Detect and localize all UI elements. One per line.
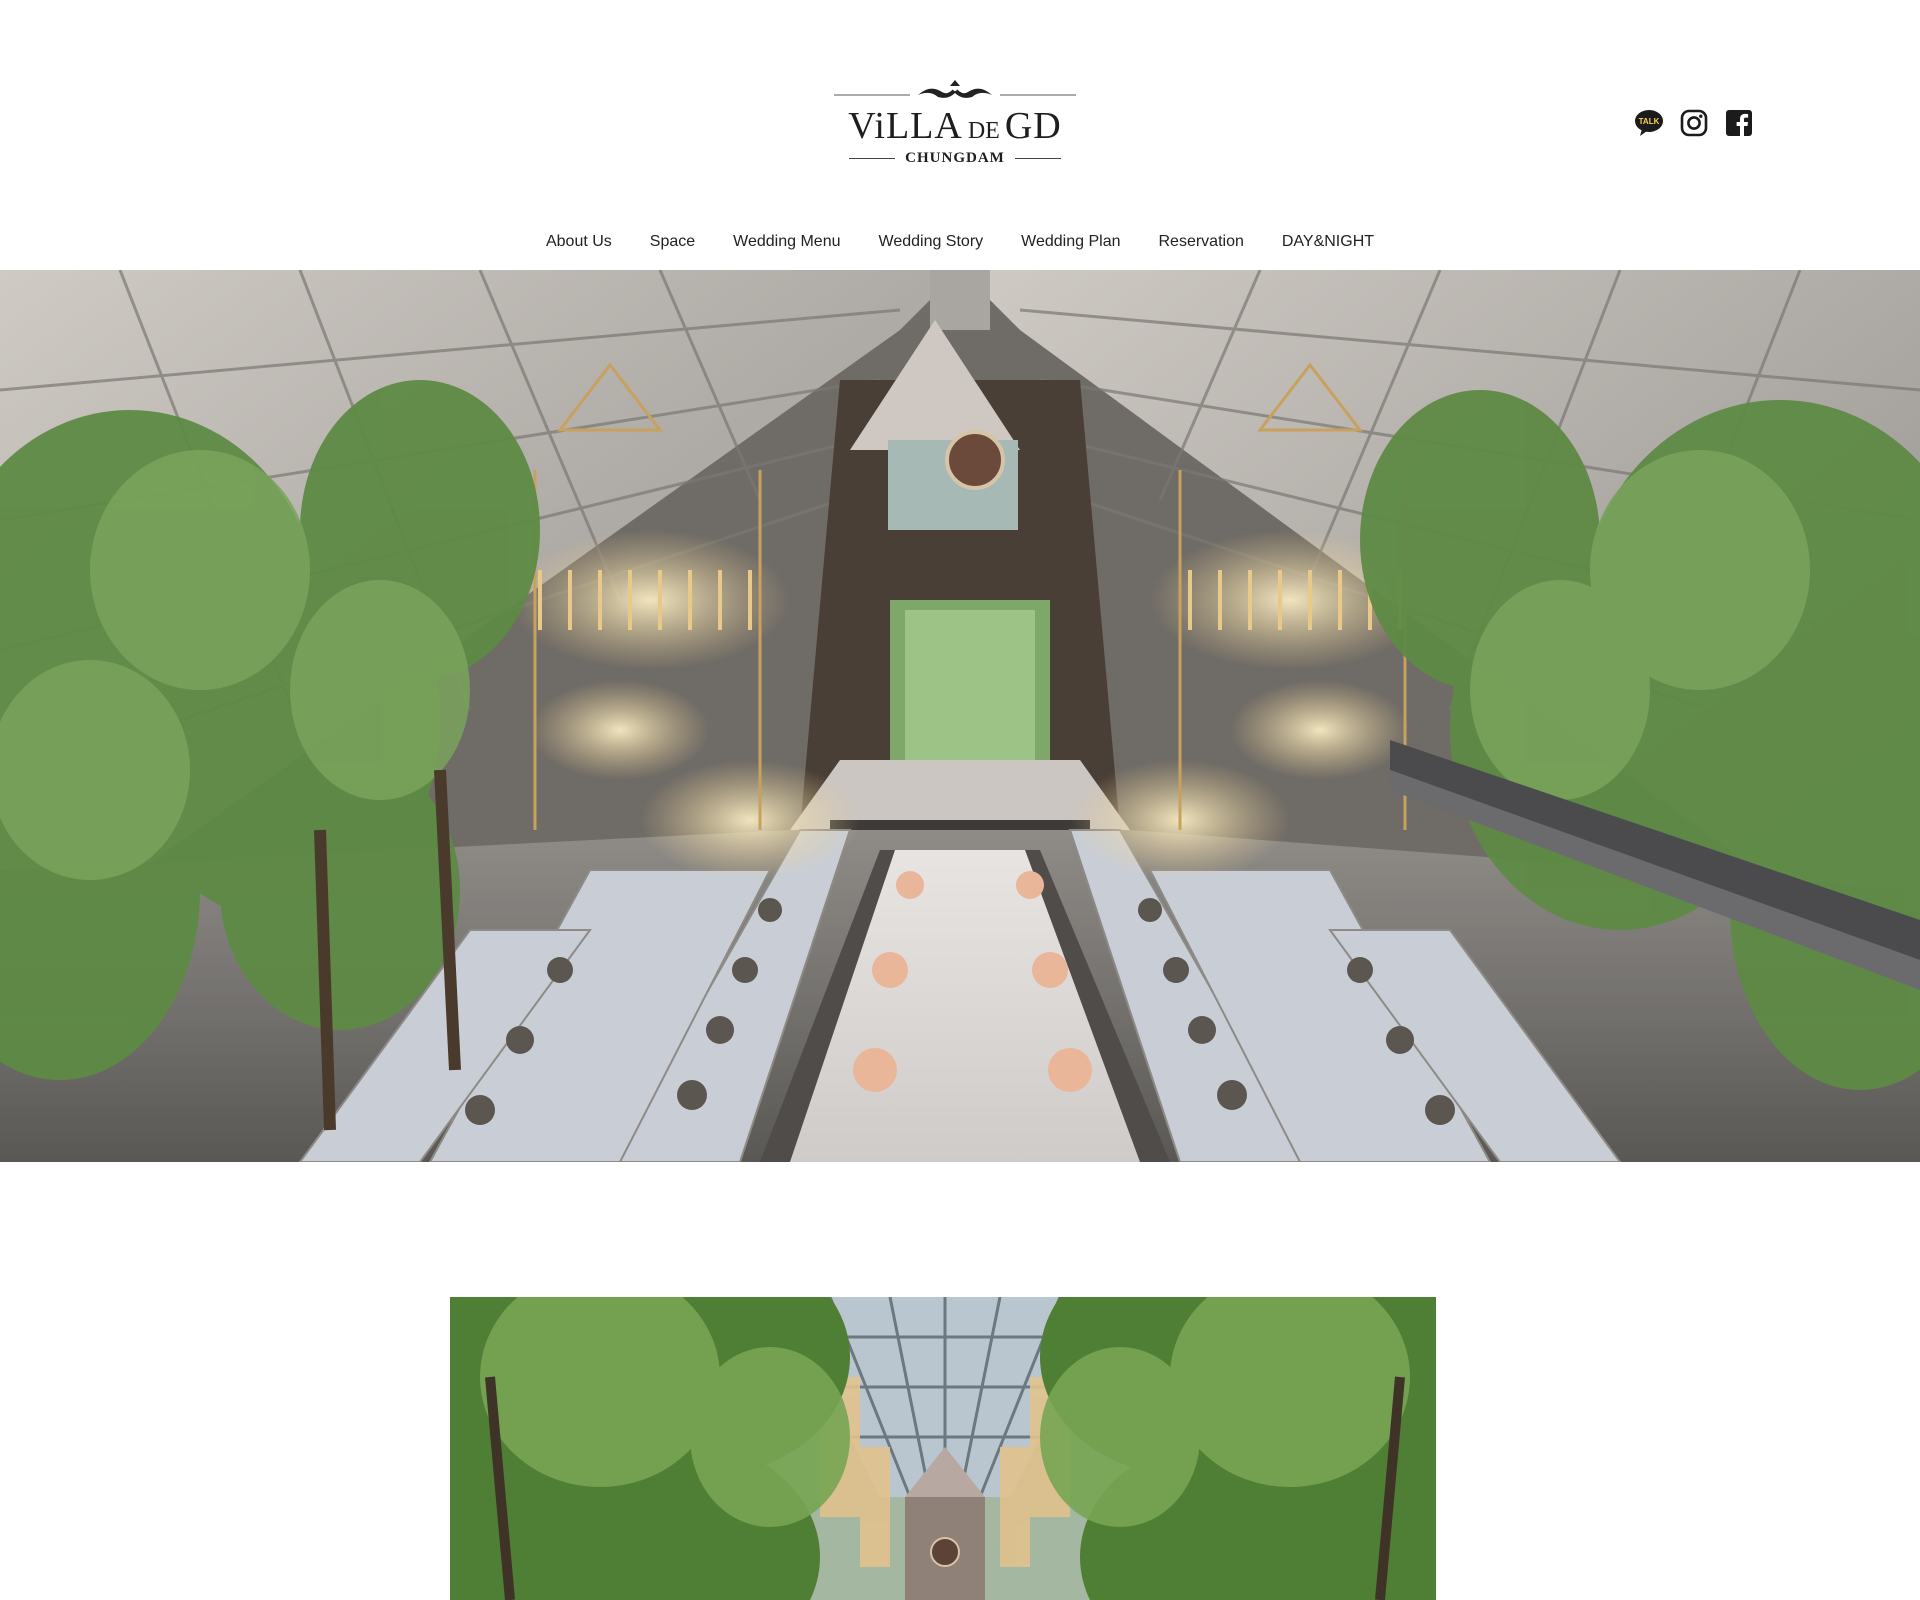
hero-image [0,270,1920,1162]
nav-wedding-plan[interactable]: Wedding Plan [1002,230,1139,254]
site-header: ViLLA DE GD CHUNGDAM TALK About Us Space W… [0,0,1920,270]
instagram-icon[interactable] [1679,108,1709,138]
kakaotalk-badge-text: TALK [1639,117,1660,126]
logo-villa: ViLLA [848,105,963,147]
nav-space[interactable]: Space [631,230,714,254]
nav-about-us[interactable]: About Us [527,230,631,254]
logo-sub-row: CHUNGDAM [834,148,1076,168]
nav-wedding-menu[interactable]: Wedding Menu [714,230,859,254]
logo-de: DE [967,118,1000,144]
nav-reservation[interactable]: Reservation [1139,230,1262,254]
logo-subtitle: CHUNGDAM [905,149,1005,166]
logo-gd: GD [1004,105,1062,147]
site-logo[interactable]: ViLLA DE GD CHUNGDAM [834,78,1076,170]
logo-wordmark: ViLLA DE GD [834,104,1076,148]
nav-wedding-story[interactable]: Wedding Story [860,230,1003,254]
feature-image [450,1297,1436,1600]
nav-day-night[interactable]: DAY&NIGHT [1263,230,1393,254]
hero-illustration [0,270,1920,1162]
feature-illustration [450,1297,1436,1600]
main-nav: About Us Space Wedding Menu Wedding Stor… [0,230,1920,254]
logo-flourish [834,80,1076,98]
facebook-icon[interactable] [1724,108,1754,138]
kakaotalk-icon[interactable]: TALK [1634,108,1664,138]
social-links: TALK [1634,108,1754,138]
logo-rule-left [849,157,896,159]
logo-rule-right [1014,157,1061,159]
